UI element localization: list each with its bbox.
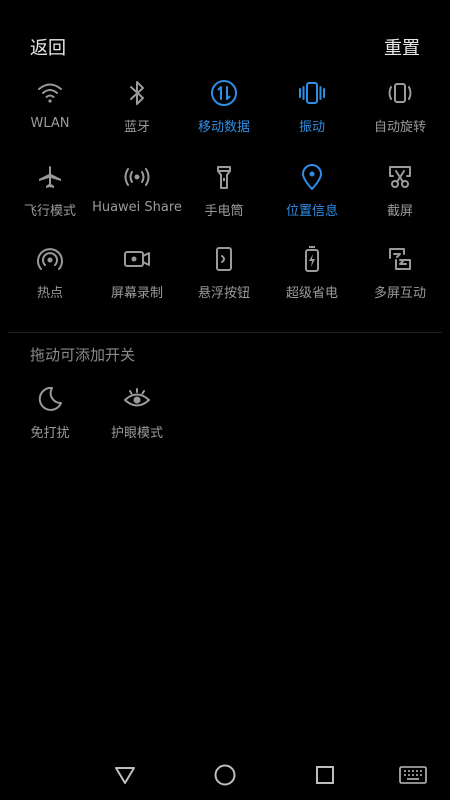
toggle-location[interactable]: 位置信息 (268, 158, 356, 228)
back-button[interactable]: 返回 (30, 34, 66, 60)
toggle-label: Huawei Share (92, 200, 182, 215)
flashlight-icon (209, 162, 239, 192)
multi-screen-icon (385, 244, 415, 274)
toggle-label: 手电筒 (204, 204, 244, 219)
toggle-flashlight[interactable]: 手电筒 (180, 158, 268, 228)
location-icon (297, 162, 327, 192)
toggle-auto-rotate[interactable]: 自动旋转 (356, 74, 444, 144)
navigation-bar (0, 750, 450, 800)
mobile-data-icon (209, 78, 239, 108)
toggle-label: 位置信息 (285, 204, 338, 219)
vibrate-icon (297, 78, 327, 108)
section-divider (8, 332, 442, 333)
toggle-bluetooth[interactable]: 蓝牙 (93, 74, 181, 144)
toggle-label: 截屏 (386, 204, 413, 219)
hotspot-icon (35, 244, 65, 274)
toggle-huawei-share[interactable]: Huawei Share (92, 158, 182, 228)
toggle-label: 振动 (298, 120, 325, 135)
auto-rotate-icon (385, 78, 415, 108)
screenshot-icon (385, 162, 415, 192)
airplane-icon (35, 162, 65, 192)
toggle-label: 热点 (36, 286, 63, 301)
reset-button[interactable]: 重置 (384, 34, 420, 60)
home-nav-icon[interactable] (210, 760, 240, 790)
toggle-label: 免打扰 (30, 426, 70, 441)
toggle-label: 屏幕录制 (110, 286, 163, 301)
toggle-vibrate[interactable]: 振动 (268, 74, 356, 144)
recents-nav-icon[interactable] (310, 760, 340, 790)
screen-record-icon (122, 244, 152, 274)
wifi-icon (35, 78, 65, 108)
available-toggles-title: 拖动可添加开关 (30, 346, 136, 364)
toggle-label: 超级省电 (285, 286, 338, 301)
bluetooth-icon (122, 78, 152, 108)
toggle-label: WLAN (30, 116, 70, 131)
toggle-airplane[interactable]: 飞行模式 (6, 158, 94, 228)
toggle-label: 护眼模式 (110, 426, 163, 441)
toggle-mobile-data[interactable]: 移动数据 (180, 74, 268, 144)
toggle-label: 多屏互动 (373, 286, 426, 301)
power-saving-icon (297, 244, 327, 274)
toggle-screen-record[interactable]: 屏幕录制 (93, 240, 181, 310)
floating-button-icon (209, 244, 239, 274)
toggle-label: 悬浮按钮 (197, 286, 250, 301)
back-nav-icon[interactable] (110, 760, 140, 790)
toggle-multi-screen[interactable]: 多屏互动 (356, 240, 444, 310)
keyboard-icon[interactable] (398, 760, 428, 790)
toggle-hotspot[interactable]: 热点 (6, 240, 94, 310)
toggle-eye-comfort[interactable]: 护眼模式 (93, 380, 181, 450)
do-not-disturb-icon (35, 384, 65, 414)
toggle-floating-button[interactable]: 悬浮按钮 (180, 240, 268, 310)
eye-comfort-icon (122, 384, 152, 414)
huawei-share-icon (122, 162, 152, 192)
toggle-label: 移动数据 (197, 120, 250, 135)
toggle-label: 自动旋转 (373, 120, 426, 135)
toggle-power-saving[interactable]: 超级省电 (268, 240, 356, 310)
toggle-label: 蓝牙 (123, 120, 150, 135)
toggle-do-not-disturb[interactable]: 免打扰 (6, 380, 94, 450)
toggle-label: 飞行模式 (23, 204, 76, 219)
toggle-screenshot[interactable]: 截屏 (356, 158, 444, 228)
toggle-wlan[interactable]: WLAN (6, 74, 94, 144)
